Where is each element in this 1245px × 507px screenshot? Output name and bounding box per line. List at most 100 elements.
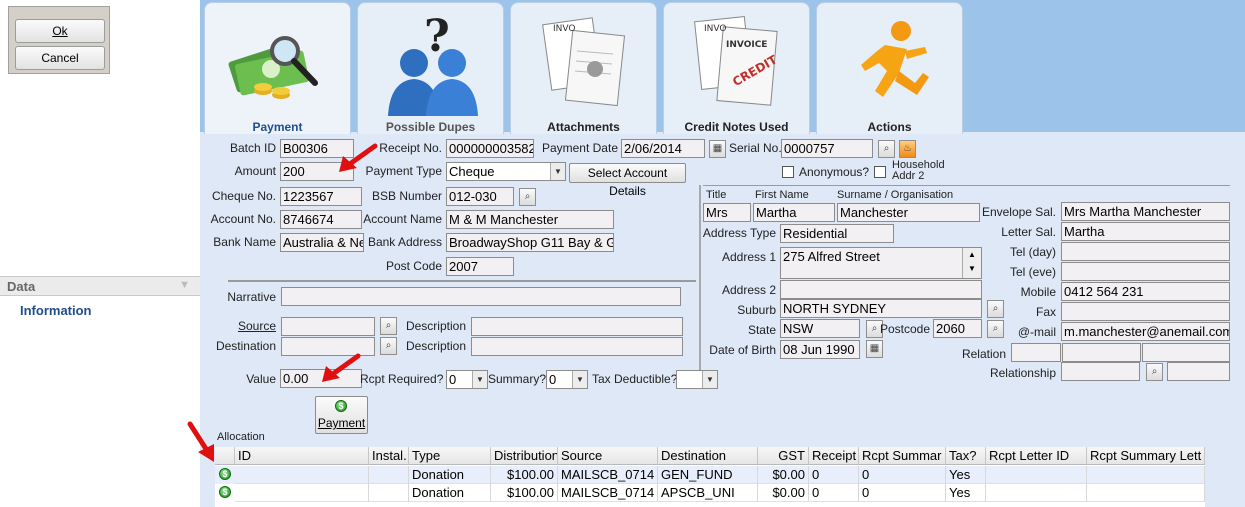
- cheque-no-field[interactable]: 1223567: [280, 187, 362, 206]
- dropdown-arrow-icon[interactable]: ▼: [550, 163, 565, 180]
- cell-instal[interactable]: [369, 484, 409, 502]
- column-header-receipt[interactable]: Receipt: [809, 447, 859, 465]
- tab-actions[interactable]: Actions: [816, 2, 963, 134]
- relationship-field[interactable]: [1061, 362, 1140, 381]
- scroll-down-icon[interactable]: ▼: [963, 262, 981, 276]
- cell-receipt[interactable]: 0: [809, 484, 859, 502]
- cell-destination[interactable]: GEN_FUND: [658, 466, 758, 484]
- title-field[interactable]: Mrs: [703, 203, 751, 222]
- cell-tax[interactable]: Yes: [946, 466, 986, 484]
- account-no-field[interactable]: 8746674: [280, 210, 362, 229]
- cell-gst[interactable]: $0.00: [758, 466, 809, 484]
- email-field[interactable]: m.manchester@anemail.com: [1061, 322, 1230, 341]
- cell-distribution[interactable]: $100.00: [491, 466, 558, 484]
- dob-field[interactable]: 08 Jun 1990: [780, 340, 860, 359]
- cancel-button[interactable]: Cancel: [15, 46, 105, 70]
- cell-id[interactable]: [235, 484, 369, 502]
- tel-day-field[interactable]: [1061, 242, 1230, 261]
- allocation-grid[interactable]: ID Instal. Type Distribution Source Dest…: [215, 447, 1205, 507]
- narrative-field[interactable]: [281, 287, 681, 306]
- relation-field-1[interactable]: [1011, 343, 1061, 362]
- cell-type[interactable]: Donation: [409, 466, 491, 484]
- cell-destination[interactable]: APSCB_UNI: [658, 484, 758, 502]
- relation-field-2[interactable]: [1062, 343, 1141, 362]
- calendar-icon[interactable]: ▦: [709, 140, 726, 158]
- address1-field[interactable]: 275 Alfred Street: [780, 247, 982, 279]
- address1-scrollbar[interactable]: ▲ ▼: [962, 248, 981, 278]
- dropdown-arrow-icon[interactable]: ▼: [472, 371, 487, 388]
- tab-attachments[interactable]: INVO Attachments: [510, 2, 657, 134]
- column-header-type[interactable]: Type: [409, 447, 491, 465]
- select-account-details-button[interactable]: Select Account Details: [569, 163, 686, 198]
- anonymous-checkbox[interactable]: [782, 166, 794, 178]
- relationship-field-2[interactable]: [1167, 362, 1230, 381]
- ok-button[interactable]: Ok: [15, 19, 105, 43]
- cell-rcpt-summary[interactable]: 0: [859, 466, 946, 484]
- destination-description-field[interactable]: [471, 337, 683, 356]
- flame-icon[interactable]: ♨: [899, 140, 916, 158]
- source-lookup-icon[interactable]: ⌕: [380, 317, 397, 335]
- column-header-rcpt-letter-id[interactable]: Rcpt Letter ID: [986, 447, 1087, 465]
- cell-instal[interactable]: [369, 466, 409, 484]
- dollar-coin-icon[interactable]: $: [219, 486, 231, 498]
- cell-rcpt-summary[interactable]: 0: [859, 484, 946, 502]
- relation-field-3[interactable]: [1142, 343, 1230, 362]
- letter-sal-field[interactable]: Martha: [1061, 222, 1230, 241]
- cell-source[interactable]: MAILSCB_0714: [558, 484, 658, 502]
- dollar-coin-icon[interactable]: $: [219, 468, 231, 480]
- summary-select[interactable]: 0 ▼: [546, 370, 588, 389]
- cell-rcpt-summary-letter[interactable]: [1087, 484, 1205, 502]
- fax-field[interactable]: [1061, 302, 1230, 321]
- state-field[interactable]: NSW: [780, 319, 860, 338]
- bank-address-field[interactable]: BroadwayShop G11 Bay & G: [446, 233, 614, 252]
- tab-credit-notes[interactable]: INVOICE CREDIT INVO Credit Notes Used: [663, 2, 810, 134]
- payment-date-field[interactable]: 2/06/2014: [621, 139, 705, 158]
- nav-item-information[interactable]: Information: [20, 303, 92, 318]
- rcpt-required-select[interactable]: 0 ▼: [446, 370, 488, 389]
- column-header-distribution[interactable]: Distribution: [491, 447, 558, 465]
- cell-rcpt-letter-id[interactable]: [986, 484, 1087, 502]
- column-header-rcpt-summary-letter[interactable]: Rcpt Summary Lett: [1087, 447, 1205, 465]
- account-name-field[interactable]: M & M Manchester: [446, 210, 614, 229]
- column-header-destination[interactable]: Destination: [658, 447, 758, 465]
- column-header-gst[interactable]: GST: [758, 447, 809, 465]
- cell-gst[interactable]: $0.00: [758, 484, 809, 502]
- relationship-lookup-icon[interactable]: ⌕: [1146, 363, 1163, 381]
- data-section-header[interactable]: Data ▼: [0, 276, 200, 296]
- tel-eve-field[interactable]: [1061, 262, 1230, 281]
- tab-possible-dupes[interactable]: ? Possible Dupes: [357, 2, 504, 134]
- receipt-no-field[interactable]: 000000003582: [446, 139, 534, 158]
- envelope-sal-field[interactable]: Mrs Martha Manchester: [1061, 202, 1230, 221]
- suburb-field[interactable]: NORTH SYDNEY: [780, 299, 982, 318]
- postcode-field[interactable]: 2060: [933, 319, 982, 338]
- address-type-field[interactable]: Residential: [780, 224, 894, 243]
- bank-name-field[interactable]: Australia & Ne: [280, 233, 364, 252]
- cell-id[interactable]: [235, 466, 369, 484]
- column-header-instal[interactable]: Instal.: [369, 447, 409, 465]
- dob-calendar-icon[interactable]: ▦: [866, 340, 883, 358]
- cell-type[interactable]: Donation: [409, 484, 491, 502]
- column-header-tax[interactable]: Tax?: [946, 447, 986, 465]
- column-header-source[interactable]: Source: [558, 447, 658, 465]
- serial-no-field[interactable]: 0000757: [781, 139, 873, 158]
- tab-payment[interactable]: Payment: [204, 2, 351, 134]
- mobile-field[interactable]: 0412 564 231: [1061, 282, 1230, 301]
- source-description-field[interactable]: [471, 317, 683, 336]
- tax-deductible-select[interactable]: ▼: [676, 370, 718, 389]
- cell-distribution[interactable]: $100.00: [491, 484, 558, 502]
- household-checkbox[interactable]: [874, 166, 886, 178]
- post-code-field[interactable]: 2007: [446, 257, 514, 276]
- first-name-field[interactable]: Martha: [753, 203, 835, 222]
- serial-lookup-icon[interactable]: ⌕: [878, 140, 895, 158]
- address2-field[interactable]: [780, 280, 982, 299]
- payment-type-select[interactable]: Cheque ▼: [446, 162, 566, 181]
- cell-rcpt-summary-letter[interactable]: [1087, 466, 1205, 484]
- bsb-field[interactable]: 012-030: [446, 187, 514, 206]
- collapse-arrow-icon[interactable]: ▼: [179, 279, 190, 291]
- surname-field[interactable]: Manchester: [837, 203, 980, 222]
- bsb-lookup-icon[interactable]: ⌕: [519, 188, 536, 206]
- source-label[interactable]: Source: [206, 319, 276, 333]
- cell-tax[interactable]: Yes: [946, 484, 986, 502]
- column-header-rcpt-summary[interactable]: Rcpt Summar: [859, 447, 946, 465]
- cell-rcpt-letter-id[interactable]: [986, 466, 1087, 484]
